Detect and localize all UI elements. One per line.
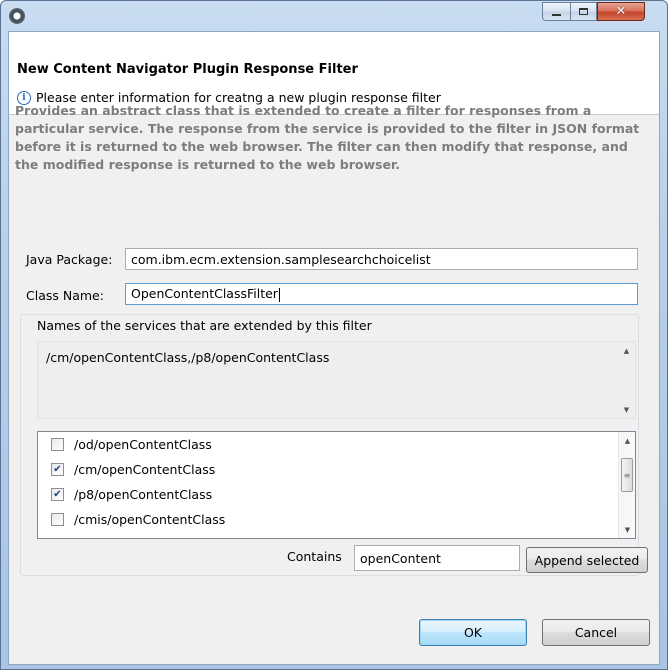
append-selected-button[interactable]: Append selected [526,547,648,573]
list-item-od[interactable]: /od/openContentClass [38,432,212,456]
checkmark-icon: ✔ [53,488,62,500]
scroll-thumb[interactable]: ≡ [621,458,633,492]
list-item-p8[interactable]: ✔ /p8/openContentClass [38,482,212,506]
class-name-input[interactable]: OpenContentClassFilter [125,283,638,305]
checkbox-od[interactable] [51,437,64,451]
scroll-up-icon[interactable]: ▲ [619,432,635,449]
text-caret [278,287,280,302]
minimize-icon [552,13,561,16]
class-name-value: OpenContentClassFilter [131,286,278,301]
java-package-label: Java Package: [26,252,113,267]
scroll-down-icon[interactable]: ▼ [618,401,635,418]
checklist-scrollbar[interactable]: ▲ ≡ ▼ [618,432,635,538]
close-button[interactable]: ✕ [597,2,645,21]
checkmark-icon: ✔ [53,463,62,475]
services-scrollbar[interactable]: ▲ ▼ [618,342,635,418]
scroll-down-icon[interactable]: ▼ [619,521,635,538]
checkbox-p8[interactable]: ✔ [51,487,64,501]
services-text-area[interactable]: /cm/openContentClass,/p8/openContentClas… [37,341,636,419]
scroll-up-icon[interactable]: ▲ [618,342,635,359]
services-value: /cm/openContentClass,/p8/openContentClas… [46,350,330,365]
cancel-button[interactable]: Cancel [542,619,650,646]
services-label: Names of the services that are extended … [37,318,372,333]
services-checklist[interactable]: /od/openContentClass ✔ /cm/openContentCl… [37,431,636,539]
list-item-label: /p8/openContentClass [74,486,213,502]
maximize-icon [579,8,588,15]
checkbox-cm[interactable]: ✔ [51,462,64,476]
class-name-label: Class Name: [26,288,104,303]
ok-button[interactable]: OK [419,619,527,646]
page-title: New Content Navigator Plugin Response Fi… [17,62,358,77]
list-item-label: /od/openContentClass [74,436,212,452]
title-bar[interactable]: ✕ [1,1,667,31]
list-item-cm[interactable]: ✔ /cm/openContentClass [38,457,215,481]
list-item-label: /cm/openContentClass [74,461,216,477]
java-package-input[interactable] [125,248,638,270]
minimize-button[interactable] [542,2,570,21]
description-text: Provides an abstract class that is exten… [15,103,640,172]
close-icon: ✕ [615,4,627,19]
dialog-window: ✕ New Content Navigator Plugin Response … [0,0,668,670]
contains-input[interactable] [354,545,520,571]
list-item-cmis[interactable]: /cmis/openContentClass [38,507,225,531]
app-icon[interactable] [9,8,25,24]
contains-label: Contains [287,549,342,564]
list-item-label: /cmis/openContentClass [74,511,226,527]
maximize-button[interactable] [570,2,597,21]
checkbox-cmis[interactable] [51,512,64,526]
